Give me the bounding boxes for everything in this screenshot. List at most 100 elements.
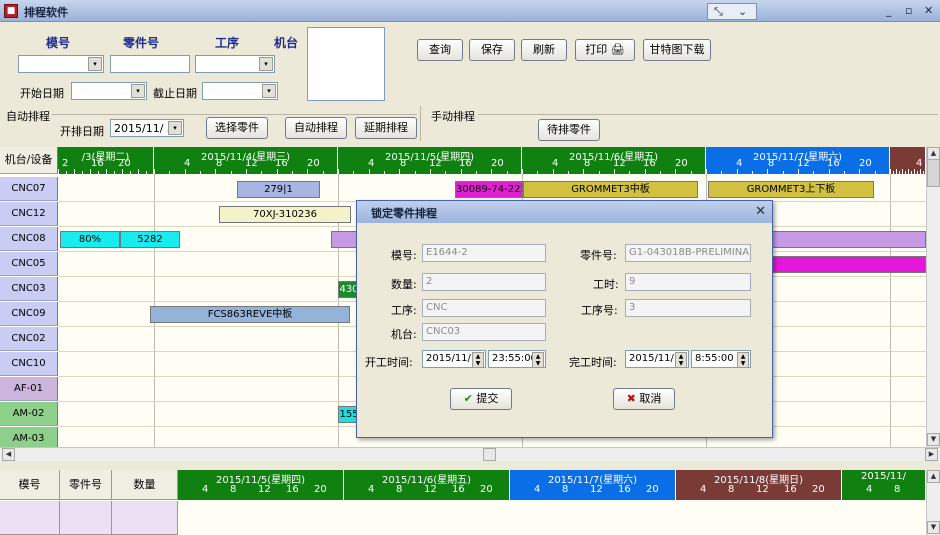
scroll-right-icon[interactable]: ▶ [925,448,938,461]
pending-day-header: 2015/11/5(星期四) 4 8 12 16 20 [178,470,344,500]
minimize-button[interactable]: _ [886,3,892,19]
machine-row-header[interactable]: CNC10 [0,352,58,376]
schedule-bar[interactable]: 5282 [120,231,180,248]
gantt-tick-mark [98,171,99,174]
gantt-day-header: 4 [890,147,926,174]
scroll-left-icon[interactable]: ◀ [2,448,15,461]
pending-column-header[interactable]: 模号 [0,470,60,500]
dialog-close-icon[interactable]: ✕ [755,204,766,219]
machine-row-header[interactable]: AF-01 [0,377,58,401]
close-button[interactable]: ✕ [924,3,933,19]
spin-icon[interactable]: ▲ ▼ [472,352,484,368]
machine-listbox[interactable] [307,27,385,101]
chevron-down-icon[interactable]: ⌄ [738,4,747,20]
dlg-hours-field[interactable]: 9 [625,273,751,291]
query-button[interactable]: 查询 [417,39,463,61]
pending-parts-button[interactable]: 待排零件 [538,119,600,141]
pending-gantt[interactable]: 模号 零件号 数量 2015/11/5(星期四) 4 8 12 16 20 2015/11/6(星… [0,470,926,535]
gantt-tick-mark [353,171,355,174]
gantt-tick-mark [798,169,799,174]
dlg-start-time-value: 23:55:00 [492,353,537,364]
pending-cell[interactable] [0,501,60,535]
delay-schedule-button[interactable]: 延期排程 [355,117,417,139]
machine-row-header[interactable]: AM-03 [0,427,58,447]
dlg-mold-field[interactable]: E1644-2 [422,244,546,262]
dlg-qty-field[interactable]: 2 [422,273,546,291]
schedule-bar[interactable]: GROMMET3上下板 [708,181,874,198]
dlg-process-field[interactable]: CNC [422,299,546,317]
schedule-bar[interactable]: GROMMET3中板 [523,181,698,198]
scroll-up-icon[interactable]: ▲ [927,470,940,483]
caption-options[interactable]: ⤡ ⌄ [707,3,757,20]
spin-icon[interactable]: ▲ ▼ [532,352,544,368]
hscroll-thumb[interactable] [483,448,496,461]
submit-button[interactable]: ✔ 提交 [450,388,512,410]
print-button[interactable]: 打印 🖨 [575,39,635,61]
pending-cell[interactable] [112,501,178,535]
auto-schedule-button[interactable]: 自动排程 [285,117,347,139]
refresh-button[interactable]: 刷新 [521,39,567,61]
gantt-tick-mark [660,171,661,174]
scroll-thumb[interactable] [927,159,940,187]
scroll-down-icon[interactable]: ▼ [927,521,940,534]
machine-row-header[interactable]: CNC05 [0,252,58,276]
gantt-tick-mark [460,169,462,174]
dlg-start-time[interactable]: 23:55:00 ▲ ▼ [488,350,546,368]
machine-row-header[interactable]: CNC03 [0,277,58,301]
dropdown-arrow-icon[interactable]: ▾ [259,57,273,71]
cancel-button[interactable]: ✖ 取消 [613,388,675,410]
dlg-end-time[interactable]: 8:55:00 ▲ ▼ [691,350,751,368]
dlg-machine-field[interactable]: CNC03 [422,323,546,341]
schedule-bar[interactable]: FCS863REVE中板 [150,306,350,323]
gantt-vertical-scrollbar[interactable]: ▲ ▼ [926,147,940,447]
restore-button[interactable]: ▫ [905,3,912,19]
schedule-date-picker[interactable]: 2015/11/ 5 ▾ [110,119,184,137]
gantt-tick-mark [675,169,677,174]
calendar-arrow-icon[interactable]: ▾ [262,84,276,98]
save-button[interactable]: 保存 [469,39,515,61]
pending-hour-tick: 8 [230,484,237,495]
gantt-tick-mark [368,169,370,174]
dropdown-arrow-icon[interactable]: ▾ [88,57,102,71]
calendar-arrow-icon[interactable]: ▾ [131,84,145,98]
pending-column-header[interactable]: 零件号 [60,470,112,500]
dlg-hours-label: 工时: [593,278,619,291]
schedule-bar[interactable]: 80% [60,231,120,248]
schedule-bar[interactable] [772,256,926,273]
expand-icon[interactable]: ⤡ [714,4,723,20]
part-input[interactable] [110,55,190,73]
title-bar: ■ 排程软件 ⤡ ⌄ _ ▫ ✕ [0,0,940,22]
machine-row-header[interactable]: CNC08 [0,227,58,251]
pending-cell[interactable] [60,501,112,535]
dlg-process-no-field[interactable]: 3 [625,299,751,317]
mold-combo[interactable]: ▾ [18,55,104,73]
dlg-start-date[interactable]: 2015/11/ 4 ▲ ▼ [422,350,486,368]
machine-row-header[interactable]: CNC02 [0,327,58,351]
machine-row-header[interactable]: CNC09 [0,302,58,326]
machine-row-header[interactable]: AM-02 [0,402,58,426]
scroll-down-icon[interactable]: ▼ [927,433,940,446]
spin-icon[interactable]: ▲ ▼ [675,352,687,368]
dlg-part-field[interactable]: G1-043018B-PRELIMINA [625,244,751,262]
machine-row-header[interactable]: CNC07 [0,177,58,201]
dropdown-arrow-icon[interactable]: ▾ [168,121,182,135]
schedule-bar[interactable]: 279|1 [237,181,320,198]
gantt-hour-tick: 16 [91,158,104,169]
gantt-download-button[interactable]: 甘特图下载 [643,39,711,61]
select-parts-button[interactable]: 选择零件 [206,117,268,139]
machine-row-header[interactable]: CNC12 [0,202,58,226]
end-date-picker[interactable]: ▾ [202,82,278,100]
spin-icon[interactable]: ▲ ▼ [737,352,749,368]
process-combo[interactable]: ▾ [195,55,275,73]
gantt-tick-mark [200,171,201,174]
schedule-bar[interactable]: 70XJ-310236 [219,206,351,223]
start-date-picker[interactable]: ▾ [71,82,147,100]
bottom-vertical-scrollbar[interactable]: ▲ ▼ [926,470,940,535]
gantt-horizontal-scrollbar[interactable]: ◀ ▶ [0,447,940,461]
pending-column-header[interactable]: 数量 [112,470,178,500]
pending-hour-tick: 8 [894,484,901,495]
schedule-bar[interactable]: 30089-74-222RE [455,181,523,198]
gantt-tick-mark [752,171,753,174]
gantt-tick-mark [307,169,309,174]
dlg-end-date[interactable]: 2015/11/ 5 ▲ ▼ [625,350,689,368]
